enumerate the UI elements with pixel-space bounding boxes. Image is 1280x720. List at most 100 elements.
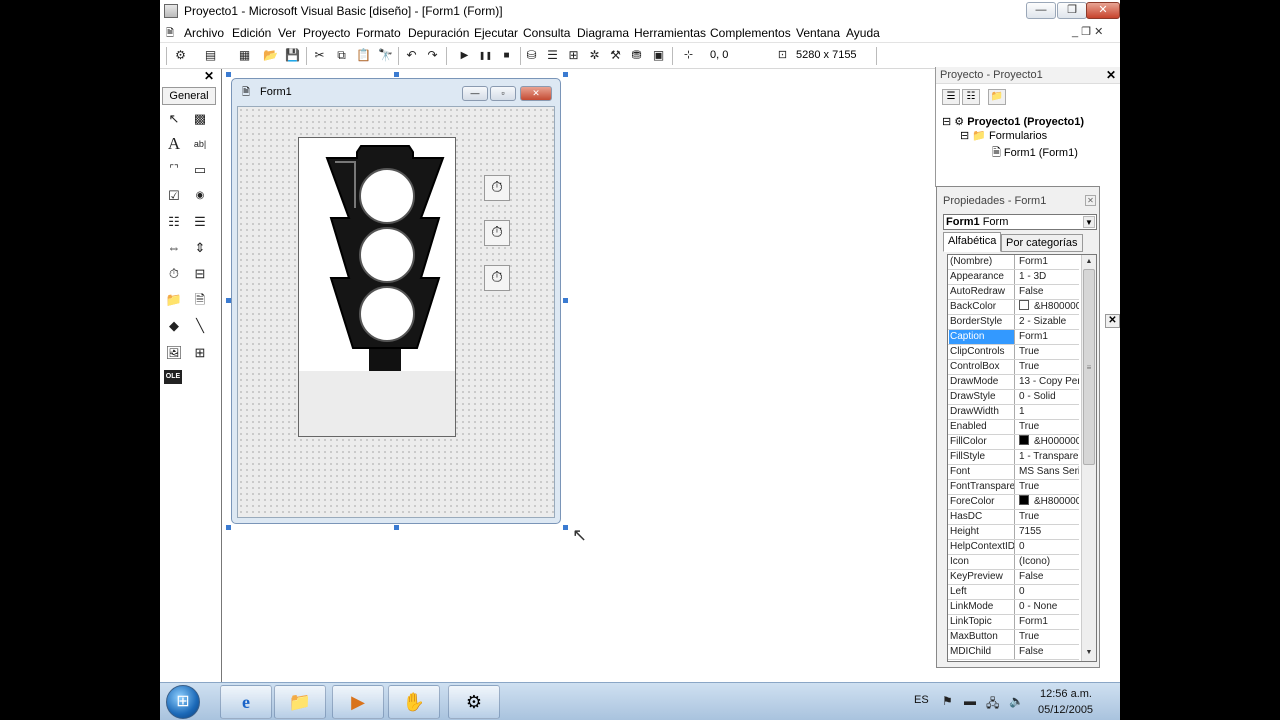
chevron-down-icon[interactable]: ▼ xyxy=(1083,216,1095,228)
property-value[interactable]: 1 xyxy=(1017,405,1079,419)
menu-herramientas[interactable]: Herramientas xyxy=(634,26,706,40)
menu-ver[interactable]: Ver xyxy=(278,26,296,40)
form-layout-icon[interactable]: ⊞ xyxy=(565,47,582,64)
tree-node-project[interactable]: ⊟ ⚙ Proyecto1 (Proyecto1) xyxy=(942,115,1084,128)
data-tool-icon[interactable]: ⊞ xyxy=(190,343,210,363)
property-value[interactable]: False xyxy=(1017,285,1079,299)
frame-tool-icon[interactable]: ⌜⌝ xyxy=(164,160,184,180)
mdi-window-controls[interactable]: _ ❐ ✕ xyxy=(1072,25,1103,38)
resize-handle[interactable] xyxy=(394,525,399,530)
dirlistbox-tool-icon[interactable]: 📁 xyxy=(164,290,184,310)
property-value[interactable]: 0 - Solid xyxy=(1017,390,1079,404)
property-value[interactable]: False xyxy=(1017,570,1079,584)
resize-handle[interactable] xyxy=(394,72,399,77)
property-row[interactable]: (Nombre) Form1 xyxy=(948,255,1079,270)
form1-window[interactable]: 🗎 Form1 — ▫ ✕ ⏱ ⏱ ⏱ xyxy=(231,78,561,524)
tree-expander-icon[interactable]: ⊟ xyxy=(960,130,969,142)
object-selector-combo[interactable]: Form1 Form ▼ xyxy=(943,214,1097,230)
properties-close-icon[interactable]: ✕ xyxy=(1085,195,1096,206)
form-close-button[interactable]: ✕ xyxy=(520,86,552,101)
form-designer-area[interactable]: 🗎 Form1 — ▫ ✕ ⏱ ⏱ ⏱ ↖ xyxy=(223,69,933,682)
form-minimize-button[interactable]: — xyxy=(462,86,488,101)
menu-ayuda[interactable]: Ayuda xyxy=(846,26,880,40)
listbox-tool-icon[interactable]: ☰ xyxy=(190,212,210,232)
property-value[interactable]: MS Sans Serif xyxy=(1017,465,1079,479)
resize-handle[interactable] xyxy=(226,525,231,530)
property-value[interactable]: &H8000000 xyxy=(1017,300,1079,314)
menu-diagrama[interactable]: Diagrama xyxy=(577,26,629,40)
app-task-icon[interactable]: ✋ xyxy=(388,685,440,719)
property-value[interactable]: &H000000 xyxy=(1017,435,1079,449)
property-row[interactable]: Font MS Sans Serif xyxy=(948,465,1079,480)
drivelistbox-tool-icon[interactable]: ⊟ xyxy=(190,264,210,284)
language-indicator[interactable]: ES xyxy=(914,694,929,706)
property-row[interactable]: Left 0 xyxy=(948,585,1079,600)
hidden-panel-close-icon[interactable]: ✕ xyxy=(1105,314,1120,328)
property-value[interactable]: True xyxy=(1017,510,1079,524)
textbox-tool-icon[interactable]: ab| xyxy=(190,134,210,154)
save-icon[interactable]: 💾 xyxy=(284,47,301,64)
menu-archivo[interactable]: Archivo xyxy=(184,26,224,40)
project-explorer-close-icon[interactable]: ✕ xyxy=(1106,68,1116,82)
property-row[interactable]: LinkMode 0 - None xyxy=(948,600,1079,615)
hscrollbar-tool-icon[interactable]: ⇔ xyxy=(164,238,184,258)
volume-icon[interactable]: 🔈 xyxy=(1009,694,1024,708)
property-row[interactable]: Appearance 1 - 3D xyxy=(948,270,1079,285)
copy-icon[interactable]: ⧉ xyxy=(333,47,350,64)
optionbutton-tool-icon[interactable]: ◉ xyxy=(190,186,210,206)
menu-proyecto[interactable]: Proyecto xyxy=(303,26,350,40)
battery-icon[interactable]: ▬ xyxy=(964,694,976,708)
find-icon[interactable]: 🔭 xyxy=(377,47,394,64)
picturebox-tool-icon[interactable]: ▩ xyxy=(190,109,210,129)
maximize-button[interactable]: ❐ xyxy=(1057,2,1087,19)
view-code-button[interactable]: ☰ xyxy=(942,89,960,105)
menu-edicion[interactable]: Edición xyxy=(232,26,271,40)
resize-handle[interactable] xyxy=(226,72,231,77)
property-value[interactable]: 2 - Sizable xyxy=(1017,315,1079,329)
property-row[interactable]: HelpContextID 0 xyxy=(948,540,1079,555)
network-icon[interactable]: 🖧 xyxy=(986,694,999,715)
open-icon[interactable]: 📂 xyxy=(262,47,279,64)
shape-tool-icon[interactable]: ◆ xyxy=(164,316,184,336)
combobox-tool-icon[interactable]: ☷ xyxy=(164,212,184,232)
property-value[interactable]: True xyxy=(1017,630,1079,644)
close-button[interactable]: ✕ xyxy=(1086,2,1120,19)
resize-handle[interactable] xyxy=(563,525,568,530)
menu-formato[interactable]: Formato xyxy=(356,26,401,40)
tree-node-forms-folder[interactable]: ⊟ 📁 Formularios xyxy=(960,129,1047,142)
property-value[interactable]: True xyxy=(1017,360,1079,374)
tab-por-categorias[interactable]: Por categorías xyxy=(1001,234,1083,252)
ole-tool-icon[interactable]: OLE xyxy=(164,370,182,384)
property-value[interactable]: True xyxy=(1017,420,1079,434)
property-row[interactable]: MaxButton True xyxy=(948,630,1079,645)
start-icon[interactable]: ▶ xyxy=(456,47,473,64)
property-row[interactable]: HasDC True xyxy=(948,510,1079,525)
resize-handle[interactable] xyxy=(563,298,568,303)
form1-client-area[interactable]: ⏱ ⏱ ⏱ xyxy=(237,106,555,518)
property-value[interactable]: 7155 xyxy=(1017,525,1079,539)
traffic-light-image[interactable] xyxy=(298,137,456,437)
properties-scrollbar[interactable]: ▲ ≡ ▼ xyxy=(1081,255,1096,661)
menu-consulta[interactable]: Consulta xyxy=(523,26,570,40)
form-maximize-button[interactable]: ▫ xyxy=(490,86,516,101)
cut-icon[interactable]: ✂ xyxy=(311,47,328,64)
property-value[interactable]: Form1 xyxy=(1017,330,1079,344)
view-object-button[interactable]: ☷ xyxy=(962,89,980,105)
ie-task-icon[interactable]: e xyxy=(220,685,272,719)
menu-editor-icon[interactable]: ▦ xyxy=(236,47,253,64)
toolbox-icon[interactable]: ⚒ xyxy=(607,47,624,64)
object-browser-icon[interactable]: ✲ xyxy=(586,47,603,64)
property-row[interactable]: Icon (Icono) xyxy=(948,555,1079,570)
toolbox-close-icon[interactable]: ✕ xyxy=(204,70,216,82)
property-row[interactable]: BackColor&H8000000 xyxy=(948,300,1079,315)
property-value[interactable]: (Icono) xyxy=(1017,555,1079,569)
property-row[interactable]: AutoRedraw False xyxy=(948,285,1079,300)
property-row[interactable]: DrawWidth 1 xyxy=(948,405,1079,420)
menu-depuracion[interactable]: Depuración xyxy=(408,26,469,40)
commandbutton-tool-icon[interactable]: ▭ xyxy=(190,160,210,180)
end-icon[interactable]: ■ xyxy=(498,47,515,64)
form1-title-bar[interactable]: 🗎 Form1 — ▫ ✕ xyxy=(240,82,560,102)
toolbox-tab-general[interactable]: General xyxy=(162,87,216,105)
property-value[interactable]: 0 xyxy=(1017,540,1079,554)
property-value[interactable]: 0 - None xyxy=(1017,600,1079,614)
